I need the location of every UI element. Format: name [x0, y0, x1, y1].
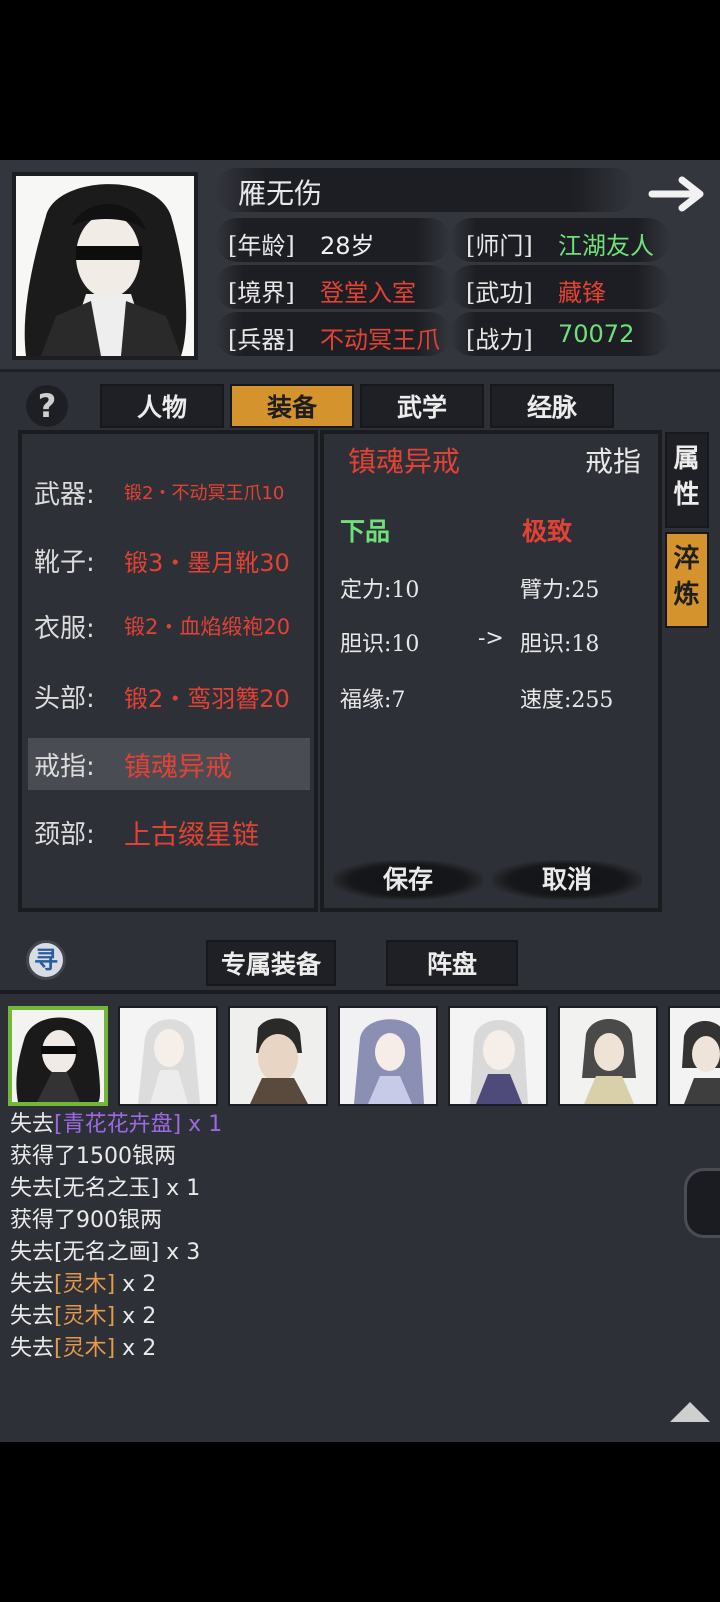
equip-item-name: 锻2・不动冥王爪10 — [124, 483, 285, 504]
martial-label: [武功] — [466, 279, 533, 307]
equip-row-weapon[interactable]: 武器: 锻2・不动冥王爪10 — [32, 466, 310, 518]
tab-martial-arts[interactable]: 武学 — [360, 384, 484, 428]
target-stat: 速度:255 — [520, 688, 614, 713]
equip-slot-label: 头部: — [34, 683, 95, 714]
tab-meridians[interactable]: 经脉 — [490, 384, 614, 428]
side-tab-refine[interactable]: 淬炼 — [665, 532, 709, 628]
character-avatar[interactable] — [118, 1006, 218, 1106]
power-label: [战力] — [466, 326, 533, 354]
realm-label: [境界] — [228, 279, 295, 307]
character-avatar[interactable] — [448, 1006, 548, 1106]
log-line: 失去[灵木] x 2 — [10, 1272, 157, 1297]
power-value: 70072 — [558, 320, 635, 348]
target-stat: 臂力:25 — [520, 578, 600, 603]
equip-item-name: 锻2・血焰缎袍20 — [124, 615, 291, 639]
help-icon: ? — [37, 387, 57, 425]
tab-equipment[interactable]: 装备 — [230, 384, 354, 428]
upgrade-arrow: -> — [478, 626, 504, 651]
sect-value: 江湖友人 — [558, 232, 654, 260]
equip-row-clothes[interactable]: 衣服: 锻2・血焰缎袍20 — [32, 600, 310, 652]
log-line: 失去[青花花卉盘] x 1 — [10, 1112, 223, 1137]
age-label: [年龄] — [228, 232, 295, 260]
equip-row-ring[interactable]: 戒指: 镇魂异戒 — [28, 738, 310, 790]
side-tab-attributes[interactable]: 属性 — [665, 432, 709, 528]
help-button[interactable]: ? — [26, 385, 68, 427]
search-icon: 寻 — [34, 946, 58, 974]
equip-item-name: 镇魂异戒 — [124, 751, 232, 783]
age-value: 28岁 — [320, 232, 375, 260]
equip-item-name: 上古缀星链 — [124, 819, 259, 851]
character-avatar[interactable] — [8, 1006, 108, 1106]
equip-item-name: 锻3・墨月靴30 — [124, 548, 290, 577]
equip-item-name: 锻2・鸾羽簪20 — [124, 684, 290, 713]
save-button[interactable]: 保存 — [333, 860, 483, 900]
next-character-button[interactable] — [648, 172, 710, 216]
sect-label: [师门] — [466, 232, 533, 260]
side-drawer-handle[interactable] — [684, 1168, 720, 1238]
current-stat: 定力:10 — [340, 578, 420, 603]
equip-slot-label: 颈部: — [34, 819, 95, 850]
arrow-right-icon — [648, 176, 704, 212]
weapon-label: [兵器] — [228, 326, 295, 354]
target-grade: 极致 — [522, 517, 573, 546]
equip-slot-label: 靴子: — [34, 547, 95, 578]
equip-row-boots[interactable]: 靴子: 锻3・墨月靴30 — [32, 534, 310, 586]
realm-value: 登堂入室 — [320, 279, 416, 307]
search-button[interactable]: 寻 — [26, 940, 66, 980]
equip-row-head[interactable]: 头部: 锻2・鸾羽簪20 — [32, 670, 310, 722]
item-detail-panel — [320, 430, 662, 912]
tab-character[interactable]: 人物 — [100, 384, 224, 428]
current-stat: 福缘:7 — [340, 688, 406, 713]
equip-row-neck[interactable]: 颈部: 上古缀星链 — [32, 806, 310, 858]
equip-slot-label: 衣服: — [34, 613, 95, 644]
formation-button[interactable]: 阵盘 — [386, 940, 518, 986]
current-grade: 下品 — [340, 517, 391, 546]
character-avatar[interactable] — [228, 1006, 328, 1106]
log-line: 失去[无名之画] x 3 — [10, 1240, 201, 1265]
log-line: 失去[无名之玉] x 1 — [10, 1176, 201, 1201]
weapon-value: 不动冥王爪 — [320, 326, 440, 354]
item-title: 镇魂异戒 — [348, 445, 461, 478]
martial-value: 藏锋 — [558, 279, 606, 307]
cancel-button[interactable]: 取消 — [492, 860, 642, 900]
equip-slot-label: 武器: — [34, 479, 95, 510]
log-line: 获得了900银两 — [10, 1208, 162, 1233]
scroll-up-icon[interactable] — [670, 1402, 710, 1422]
log-line: 获得了1500银两 — [10, 1144, 176, 1169]
log-line: 失去[灵木] x 2 — [10, 1304, 157, 1329]
equip-slot-label: 戒指: — [34, 751, 95, 782]
character-name: 雁无伤 — [238, 177, 323, 210]
character-portrait — [12, 172, 198, 360]
character-avatar[interactable] — [558, 1006, 658, 1106]
current-stat: 胆识:10 — [340, 632, 420, 657]
character-avatar[interactable] — [338, 1006, 438, 1106]
log-line: 失去[灵木] x 2 — [10, 1336, 157, 1361]
exclusive-equipment-button[interactable]: 专属装备 — [206, 940, 336, 986]
character-avatar[interactable] — [668, 1006, 720, 1106]
target-stat: 胆识:18 — [520, 632, 600, 657]
item-slot-type: 戒指 — [585, 445, 642, 478]
